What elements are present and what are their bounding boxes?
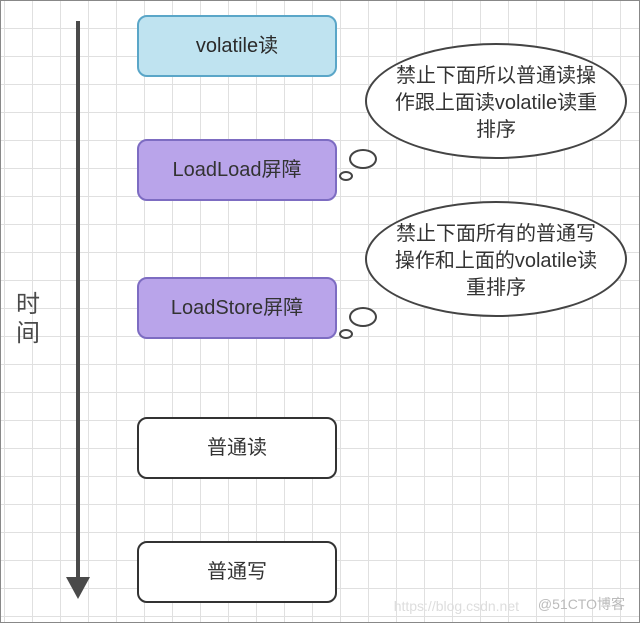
time-axis-label: 时 间	[16, 291, 42, 349]
speech-bubble-1: 禁止下面所以普通读操作跟上面读volatile读重排序	[365, 43, 627, 159]
node-label: 普通写	[207, 560, 267, 585]
bubble-tail-icon	[349, 149, 377, 169]
watermark-right: @51CTO博客	[538, 594, 625, 614]
node-volatile-read: volatile读	[137, 15, 337, 77]
node-label: volatile读	[196, 34, 278, 59]
node-normal-write: 普通写	[137, 541, 337, 603]
node-label: 普通读	[207, 436, 267, 461]
node-normal-read: 普通读	[137, 417, 337, 479]
speech-bubble-2: 禁止下面所有的普通写操作和上面的volatile读重排序	[365, 201, 627, 317]
bubble-tail-icon	[339, 329, 353, 339]
bubble-text: 禁止下面所有的普通写操作和上面的volatile读重排序	[395, 223, 597, 299]
time-arrow-head-icon	[66, 577, 90, 599]
time-arrow-line	[76, 21, 80, 581]
bubble-tail-icon	[339, 171, 353, 181]
node-label: LoadLoad屏障	[173, 158, 302, 183]
bubble-tail-icon	[349, 307, 377, 327]
bubble-text: 禁止下面所以普通读操作跟上面读volatile读重排序	[395, 65, 597, 141]
node-loadload-barrier: LoadLoad屏障	[137, 139, 337, 201]
watermark-left: https://blog.csdn.net	[394, 598, 519, 614]
node-label: LoadStore屏障	[171, 296, 303, 321]
node-loadstore-barrier: LoadStore屏障	[137, 277, 337, 339]
